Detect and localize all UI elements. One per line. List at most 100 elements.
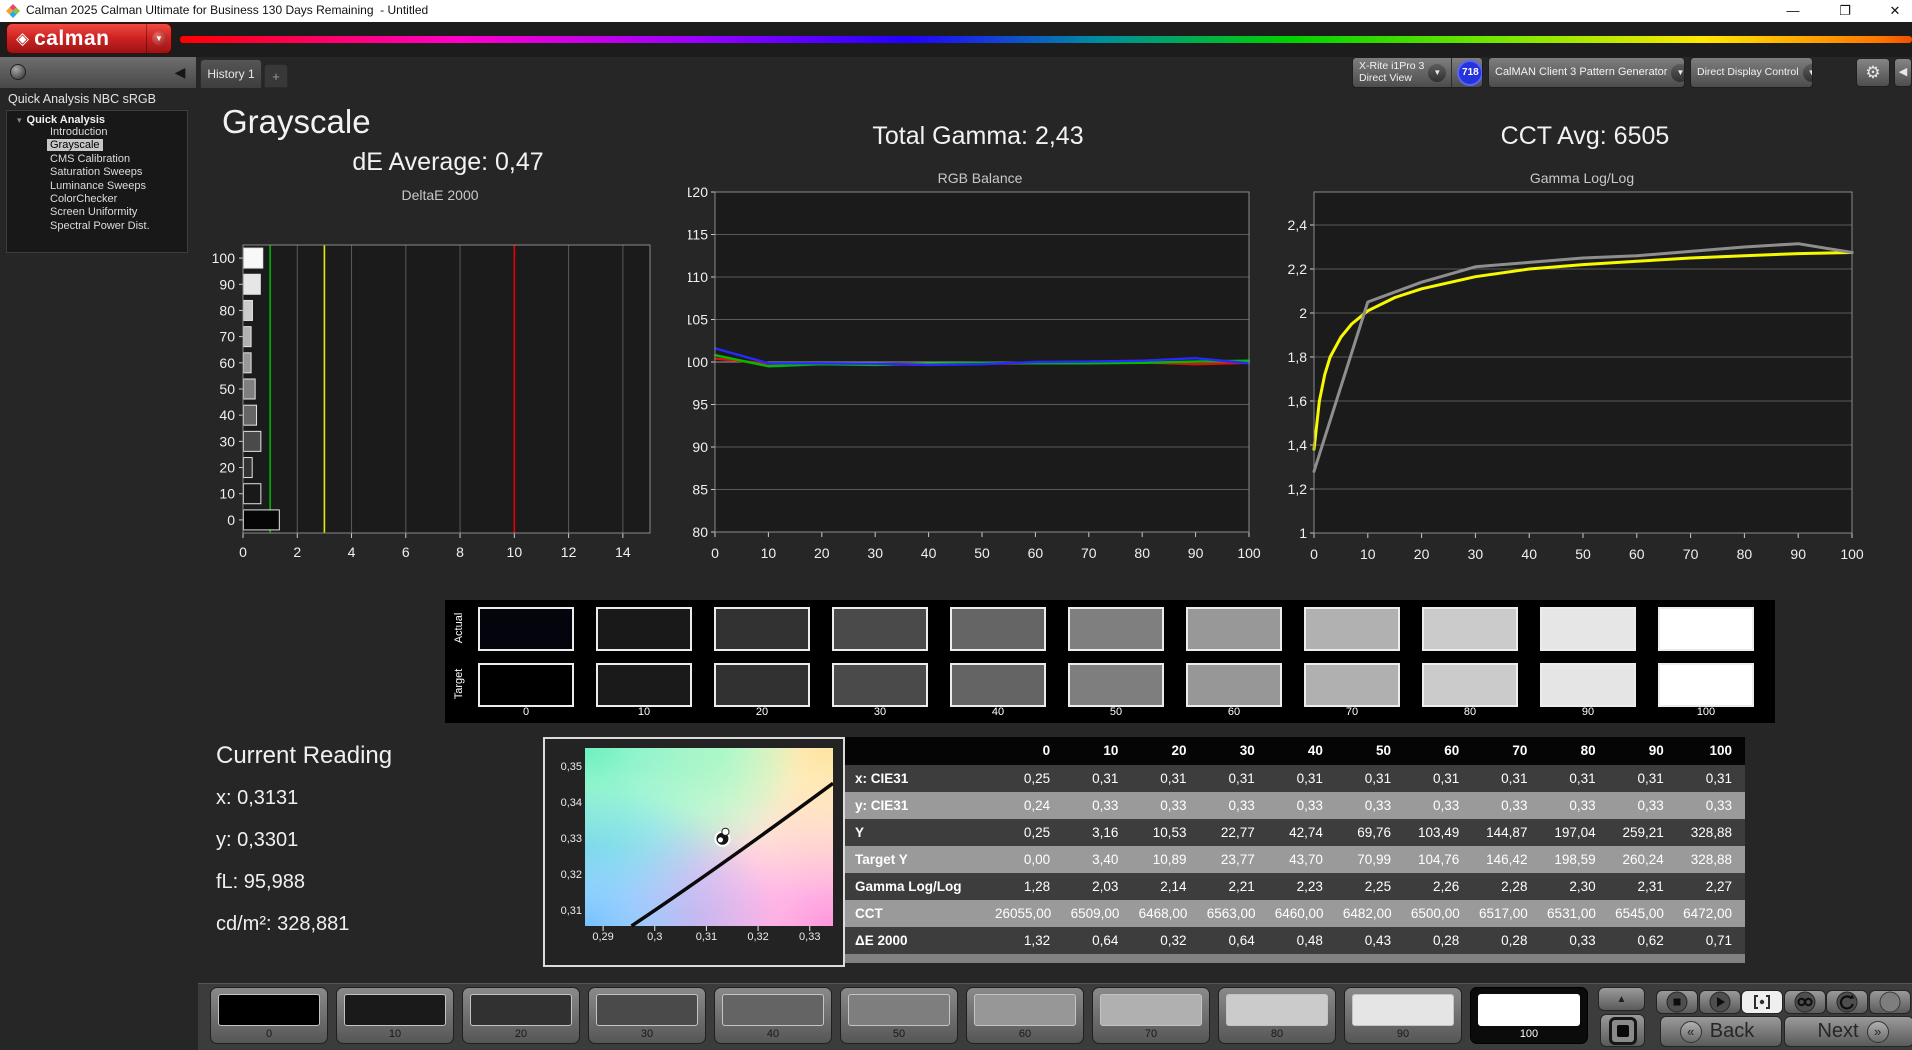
table-cell: 0,33	[1268, 792, 1336, 819]
pattern-window-icon	[1609, 1017, 1637, 1045]
pattern-generator-dropdown[interactable]: CalMAN Client 3 Pattern Generator ▼	[1488, 57, 1685, 88]
tree-root[interactable]: ▾ Quick Analysis	[17, 114, 187, 126]
ramp-level-label: 50	[1068, 706, 1164, 718]
ramp-level-label: 30	[832, 706, 928, 718]
table-cell: 2,28	[1472, 873, 1540, 900]
chevron-down-icon[interactable]: ▼	[1803, 64, 1813, 82]
sidebar-item-grayscale[interactable]: Grayscale	[47, 139, 187, 152]
svg-text:1,8: 1,8	[1288, 349, 1307, 365]
expander-icon[interactable]: ▾	[17, 115, 22, 125]
table-cell: 0,33	[1540, 792, 1608, 819]
next-button[interactable]: Next»	[1784, 1016, 1912, 1047]
sidebar-collapse-icon[interactable]: ◀	[168, 60, 192, 84]
sidebar-item-saturation-sweeps[interactable]: Saturation Sweeps	[47, 166, 187, 179]
table-cell: 0,31	[1131, 765, 1199, 792]
table-cell: 144,87	[1472, 819, 1540, 846]
pattern-window-button[interactable]	[1741, 990, 1783, 1014]
table-cell: 6563,00	[1200, 900, 1268, 927]
table-cell: 0,31	[1268, 765, 1336, 792]
pattern-level-button-30[interactable]: 30	[588, 987, 706, 1044]
current-reading-value: x: 0,3131	[216, 787, 298, 810]
table-cell: 6500,00	[1405, 900, 1473, 927]
table-cell: 3,40	[1063, 846, 1131, 873]
rgb-balance-chart-title: RGB Balance	[780, 170, 1180, 186]
table-row: ΔE 20001,320,640,320,640,480,430,280,280…	[845, 927, 1745, 954]
tab-history-1[interactable]: History 1	[200, 59, 262, 88]
svg-text:20: 20	[814, 545, 830, 561]
actual-swatch-50	[1068, 607, 1164, 651]
pattern-level-button-80[interactable]: 80	[1218, 987, 1336, 1044]
pattern-level-label: 0	[211, 1028, 327, 1040]
workflow-orb-icon[interactable]	[10, 64, 26, 80]
table-cell: 10,89	[1131, 846, 1199, 873]
tree-root-label: Quick Analysis	[27, 114, 105, 126]
table-cell: 0,33	[1540, 927, 1608, 954]
sidebar-item-label: Luminance Sweeps	[47, 180, 149, 192]
sidebar-item-cms-calibration[interactable]: CMS Calibration	[47, 153, 187, 166]
play-button[interactable]	[1699, 990, 1741, 1014]
table-column-header: 90	[1609, 737, 1677, 765]
pattern-level-button-70[interactable]: 70	[1092, 987, 1210, 1044]
pattern-level-button-100[interactable]: 100	[1470, 987, 1588, 1044]
panel-collapse-icon[interactable]: ◀	[1894, 58, 1912, 87]
pattern-level-button-90[interactable]: 90	[1344, 987, 1462, 1044]
table-cell: 0,25	[995, 819, 1063, 846]
pattern-level-button-0[interactable]: 0	[210, 987, 328, 1044]
back-button[interactable]: «Back	[1660, 1016, 1782, 1047]
chevron-down-icon: ▼	[152, 31, 167, 46]
pattern-level-button-10[interactable]: 10	[336, 987, 454, 1044]
table-cell: 2,30	[1540, 873, 1608, 900]
pattern-swatch	[1478, 994, 1580, 1026]
minimize-icon[interactable]: —	[1776, 0, 1810, 21]
table-column-header: 80	[1540, 737, 1608, 765]
calman-menu-button[interactable]: ◈ calman ▼	[6, 23, 172, 54]
settings-gear-icon[interactable]: ⚙	[1856, 58, 1890, 87]
table-row-label: Target Y	[845, 846, 995, 873]
pattern-swatch	[1100, 994, 1202, 1026]
indicator-button[interactable]	[1869, 990, 1911, 1014]
pattern-bar-expand-button[interactable]: ▲	[1598, 987, 1645, 1011]
sidebar-item-introduction[interactable]: Introduction	[47, 126, 187, 139]
table-cell: 26055,00	[995, 900, 1064, 927]
sidebar-item-screen-uniformity[interactable]: Screen Uniformity	[47, 206, 187, 219]
meter-dropdown[interactable]: X-Rite i1Pro 3 Direct View ▼ 718	[1352, 57, 1483, 88]
logo-dropdown[interactable]: ▼	[146, 24, 171, 53]
meter-reading-badge[interactable]: 718	[1457, 60, 1483, 86]
chevron-down-icon[interactable]: ▼	[1671, 64, 1685, 82]
add-tab-button[interactable]: +	[264, 64, 288, 88]
table-cell: 0,31	[1404, 765, 1472, 792]
table-row-label: y: CIE31	[845, 792, 995, 819]
gamma-chart-title: Gamma Log/Log	[1382, 170, 1782, 186]
svg-text:1,2: 1,2	[1288, 481, 1307, 497]
pattern-level-button-60[interactable]: 60	[966, 987, 1084, 1044]
table-row: x: CIE310,250,310,310,310,310,310,310,31…	[845, 765, 1745, 792]
display-control-dropdown[interactable]: Direct Display Control ▼	[1690, 57, 1813, 88]
pattern-level-button-40[interactable]: 40	[714, 987, 832, 1044]
restore-icon[interactable]: ❐	[1828, 0, 1862, 21]
table-cell: 0,33	[1609, 792, 1677, 819]
table-cell: 6509,00	[1064, 900, 1132, 927]
sync-button[interactable]	[1826, 990, 1868, 1014]
table-scroll-strip[interactable]	[845, 954, 1745, 963]
pattern-window-button[interactable]	[1600, 1014, 1645, 1047]
sidebar-item-luminance-sweeps[interactable]: Luminance Sweeps	[47, 180, 187, 193]
table-cell: 197,04	[1540, 819, 1608, 846]
pattern-swatch	[344, 994, 446, 1026]
chevron-down-icon[interactable]: ▼	[1428, 64, 1446, 82]
table-row: Target Y0,003,4010,8923,7743,7070,99104,…	[845, 846, 1745, 873]
cie-x-tick-label: 0,31	[686, 931, 726, 943]
pattern-swatch	[848, 994, 950, 1026]
close-icon[interactable]: ✕	[1878, 0, 1912, 21]
sidebar-item-colorchecker[interactable]: ColorChecker	[47, 193, 187, 206]
svg-text:70: 70	[219, 329, 235, 345]
pattern-level-button-50[interactable]: 50	[840, 987, 958, 1044]
target-swatch-0	[478, 663, 574, 707]
rgb-balance-chart: 8085909510010511011512001020304050607080…	[688, 185, 1270, 570]
pattern-level-button-20[interactable]: 20	[462, 987, 580, 1044]
svg-text:20: 20	[1414, 546, 1430, 562]
svg-text:2: 2	[293, 544, 301, 560]
loop-infinite-button[interactable]	[1784, 990, 1826, 1014]
stop-button[interactable]	[1656, 990, 1698, 1014]
sidebar-item-spectral-power-dist-[interactable]: Spectral Power Dist.	[47, 220, 187, 233]
actual-swatch-60	[1186, 607, 1282, 651]
